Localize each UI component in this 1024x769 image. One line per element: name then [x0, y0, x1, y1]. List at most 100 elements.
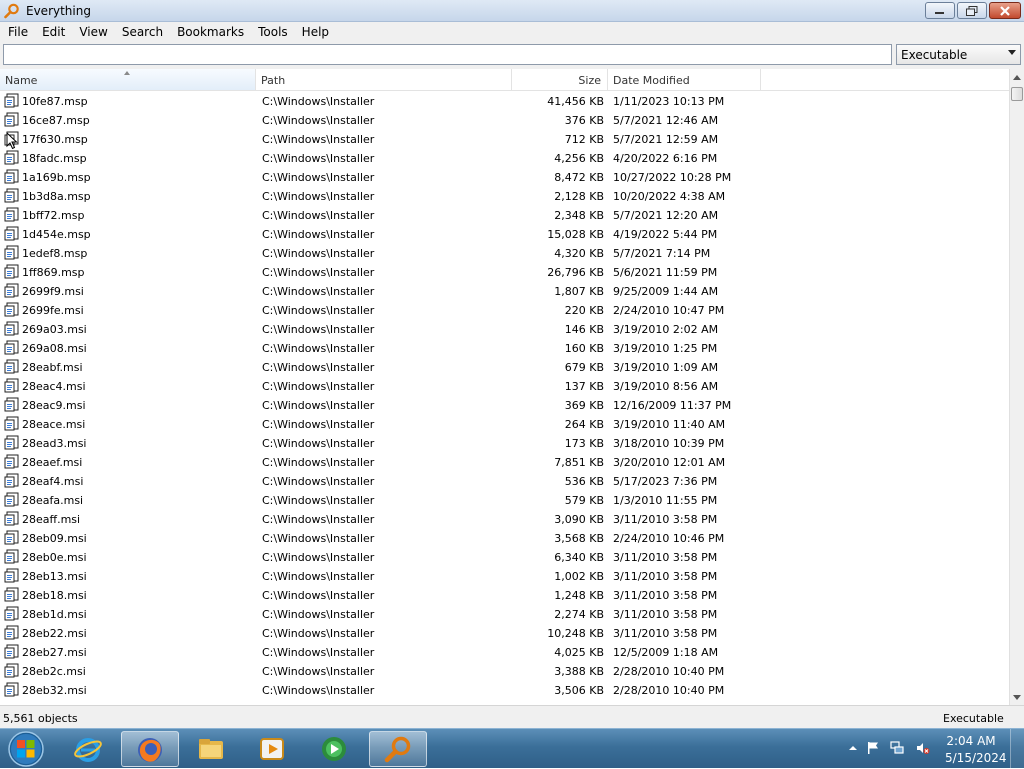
list-item[interactable]: 10fe87.msp C:\Windows\Installer 41,456 KB 1…	[0, 91, 1009, 110]
menu-bookmarks[interactable]: Bookmarks	[170, 22, 251, 42]
list-item[interactable]: 28eb2c.msi C:\Windows\Installer 3,388 KB 2/…	[0, 661, 1009, 680]
list-item[interactable]: 28eb18.msi C:\Windows\Installer 1,248 KB 3/…	[0, 585, 1009, 604]
file-size: 1,002 KB	[554, 570, 604, 583]
taskbar-everything[interactable]	[369, 731, 427, 767]
object-count: 5,561 objects	[3, 712, 78, 725]
list-item[interactable]: 28eb27.msi C:\Windows\Installer 4,025 KB 12…	[0, 642, 1009, 661]
scroll-down-arrow-icon[interactable]	[1013, 695, 1021, 700]
file-size: 264 KB	[564, 418, 604, 431]
list-item[interactable]: 28eb32.msi C:\Windows\Installer 3,506 KB 2/…	[0, 680, 1009, 699]
file-date-modified: 3/19/2010 1:09 AM	[613, 361, 719, 374]
list-item[interactable]: 17f630.msp C:\Windows\Installer 712 KB 5/7/…	[0, 129, 1009, 148]
list-item[interactable]: 2699fe.msi C:\Windows\Installer 220 KB 2/24…	[0, 300, 1009, 319]
list-item[interactable]: 28eace.msi C:\Windows\Installer 264 KB 3/19…	[0, 414, 1009, 433]
file-date-modified: 3/11/2010 3:58 PM	[613, 570, 718, 583]
list-item[interactable]: 28eb22.msi C:\Windows\Installer 10,248 KB 3…	[0, 623, 1009, 642]
menu-tools[interactable]: Tools	[251, 22, 295, 42]
list-item[interactable]: 28eb09.msi C:\Windows\Installer 3,568 KB 2/…	[0, 528, 1009, 547]
firefox-icon	[138, 738, 162, 762]
file-size: 146 KB	[564, 323, 604, 336]
file-name: 28eb2c.msi	[22, 665, 86, 678]
list-item[interactable]: 2699f9.msi C:\Windows\Installer 1,807 KB 9/…	[0, 281, 1009, 300]
show-desktop-button[interactable]	[1010, 729, 1024, 769]
file-date-modified: 1/3/2010 11:55 PM	[613, 494, 718, 507]
file-name: 28eaef.msi	[22, 456, 83, 469]
column-header-name[interactable]: Name	[0, 69, 256, 90]
menu-edit[interactable]: Edit	[35, 22, 72, 42]
list-item[interactable]: 269a08.msi C:\Windows\Installer 160 KB 3/19…	[0, 338, 1009, 357]
list-item[interactable]: 18fadc.msp C:\Windows\Installer 4,256 KB 4/…	[0, 148, 1009, 167]
list-item[interactable]: 28eb1d.msi C:\Windows\Installer 2,274 KB 3/…	[0, 604, 1009, 623]
installer-file-icon	[4, 416, 19, 431]
list-item[interactable]: 269a03.msi C:\Windows\Installer 146 KB 3/19…	[0, 319, 1009, 338]
scrollbar-thumb[interactable]	[1011, 87, 1023, 101]
list-item[interactable]: 28eafa.msi C:\Windows\Installer 579 KB 1/3/…	[0, 490, 1009, 509]
list-item[interactable]: 1ff869.msp C:\Windows\Installer 26,796 KB 5…	[0, 262, 1009, 281]
menu-help[interactable]: Help	[295, 22, 336, 42]
file-size: 4,025 KB	[554, 646, 604, 659]
list-item[interactable]: 28eac4.msi C:\Windows\Installer 137 KB 3/19…	[0, 376, 1009, 395]
taskbar-file-explorer[interactable]	[183, 731, 241, 767]
list-item[interactable]: 28eaff.msi C:\Windows\Installer 3,090 KB 3/…	[0, 509, 1009, 528]
taskbar-media-player[interactable]	[244, 731, 302, 767]
installer-file-icon	[4, 663, 19, 678]
list-item[interactable]: 1a169b.msp C:\Windows\Installer 8,472 KB 10…	[0, 167, 1009, 186]
installer-file-icon	[4, 226, 19, 241]
file-date-modified: 10/20/2022 4:38 AM	[613, 190, 726, 203]
list-item[interactable]: 1b3d8a.msp C:\Windows\Installer 2,128 KB 10…	[0, 186, 1009, 205]
volume-muted-icon[interactable]	[916, 741, 930, 755]
close-button[interactable]	[989, 2, 1021, 19]
installer-file-icon	[4, 283, 19, 298]
maximize-button[interactable]	[957, 2, 987, 19]
list-item[interactable]: 1edef8.msp C:\Windows\Installer 4,320 KB 5/…	[0, 243, 1009, 262]
file-name: 10fe87.msp	[22, 95, 88, 108]
list-item[interactable]: 28eaef.msi C:\Windows\Installer 7,851 KB 3/…	[0, 452, 1009, 471]
list-item[interactable]: 16ce87.msp C:\Windows\Installer 376 KB 5/7/…	[0, 110, 1009, 129]
taskbar-internet-explorer[interactable]	[60, 731, 118, 767]
list-item[interactable]: 28eabf.msi C:\Windows\Installer 679 KB 3/19…	[0, 357, 1009, 376]
file-date-modified: 2/28/2010 10:40 PM	[613, 665, 725, 678]
clock-time[interactable]: 2:04 AM	[945, 734, 997, 748]
file-path: C:\Windows\Installer	[262, 437, 375, 450]
vertical-scrollbar[interactable]	[1009, 69, 1024, 705]
list-item[interactable]: 28eac9.msi C:\Windows\Installer 369 KB 12/1…	[0, 395, 1009, 414]
file-path: C:\Windows\Installer	[262, 456, 375, 469]
installer-file-icon	[4, 568, 19, 583]
column-header-size[interactable]: Size	[512, 69, 608, 90]
action-center-flag-icon[interactable]	[866, 741, 880, 755]
file-name: 1edef8.msp	[22, 247, 88, 260]
file-name: 28eafa.msi	[22, 494, 84, 507]
list-item[interactable]: 28ead3.msi C:\Windows\Installer 173 KB 3/18…	[0, 433, 1009, 452]
installer-file-icon	[4, 473, 19, 488]
file-date-modified: 3/11/2010 3:58 PM	[613, 513, 718, 526]
list-item[interactable]: 28eb13.msi C:\Windows\Installer 1,002 KB 3/…	[0, 566, 1009, 585]
list-item[interactable]: 28eaf4.msi C:\Windows\Installer 536 KB 5/17…	[0, 471, 1009, 490]
network-icon[interactable]	[890, 741, 904, 755]
file-size: 220 KB	[564, 304, 604, 317]
clock-date[interactable]: 5/15/2024	[945, 751, 1007, 765]
search-input[interactable]	[3, 44, 892, 65]
file-date-modified: 3/19/2010 11:40 AM	[613, 418, 726, 431]
show-hidden-icons-icon[interactable]	[846, 741, 860, 755]
column-header-path[interactable]: Path	[256, 69, 512, 90]
installer-file-icon	[4, 682, 19, 697]
scroll-up-arrow-icon[interactable]	[1013, 75, 1021, 80]
start-orb-icon[interactable]	[4, 730, 48, 768]
file-name: 28eb32.msi	[22, 684, 87, 697]
column-header-date-modified[interactable]: Date Modified	[608, 69, 761, 90]
taskbar-media-center[interactable]	[306, 731, 364, 767]
column-header-name-label: Name	[5, 74, 38, 87]
minimize-button[interactable]	[925, 2, 955, 19]
file-path: C:\Windows\Installer	[262, 152, 375, 165]
list-item[interactable]: 1bff72.msp C:\Windows\Installer 2,348 KB 5/…	[0, 205, 1009, 224]
menu-file[interactable]: File	[0, 22, 35, 42]
list-item[interactable]: 28eb0e.msi C:\Windows\Installer 6,340 KB 3/…	[0, 547, 1009, 566]
installer-file-icon	[4, 378, 19, 393]
menu-search[interactable]: Search	[115, 22, 170, 42]
menu-view[interactable]: View	[72, 22, 114, 42]
file-name: 28eb1d.msi	[22, 608, 87, 621]
list-item[interactable]: 1d454e.msp C:\Windows\Installer 15,028 KB 4…	[0, 224, 1009, 243]
column-header-size-label: Size	[578, 74, 601, 87]
filter-dropdown[interactable]: Executable	[896, 44, 1021, 65]
taskbar-firefox[interactable]	[121, 731, 179, 767]
